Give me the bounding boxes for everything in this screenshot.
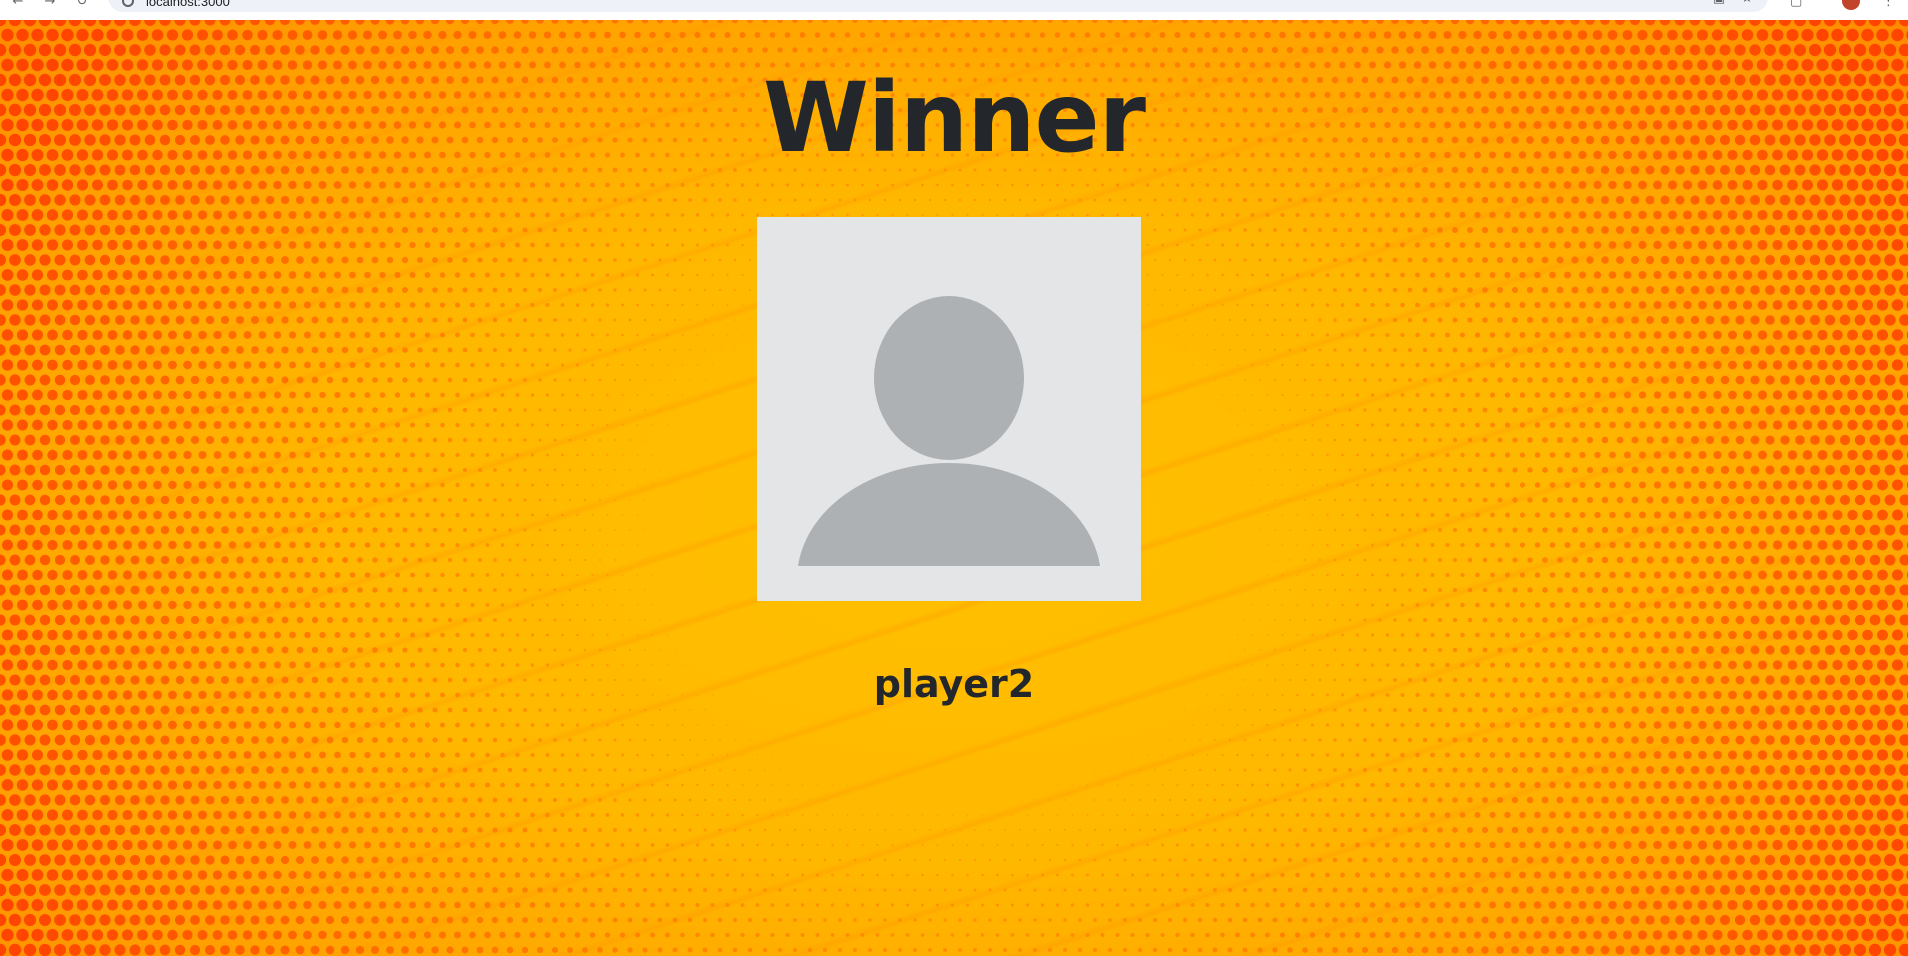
back-arrow-icon[interactable]: ← [10,0,26,10]
browser-toolbar: ← → ↻ localhost:3000 ▣ ★ ▢ ⋮ [0,0,1908,20]
winner-player-name: player2 [873,662,1035,706]
winner-avatar [757,217,1141,601]
default-user-silhouette-icon [798,296,1100,566]
address-text: localhost:3000 [146,0,230,9]
winner-heading: Winner [763,62,1146,174]
cast-icon[interactable]: ▣ [1712,0,1726,6]
address-bar[interactable]: localhost:3000 ▣ ★ [108,0,1768,12]
profile-avatar[interactable] [1842,0,1860,10]
forward-arrow-icon[interactable]: → [42,0,58,10]
extensions-icon[interactable]: ▢ [1790,0,1802,10]
site-info-icon[interactable] [122,0,134,7]
bookmark-star-icon[interactable]: ★ [1740,0,1754,6]
menu-dots-icon[interactable]: ⋮ [1882,0,1895,10]
winner-page: Winner player2 [0,20,1908,956]
reload-icon[interactable]: ↻ [74,0,90,10]
